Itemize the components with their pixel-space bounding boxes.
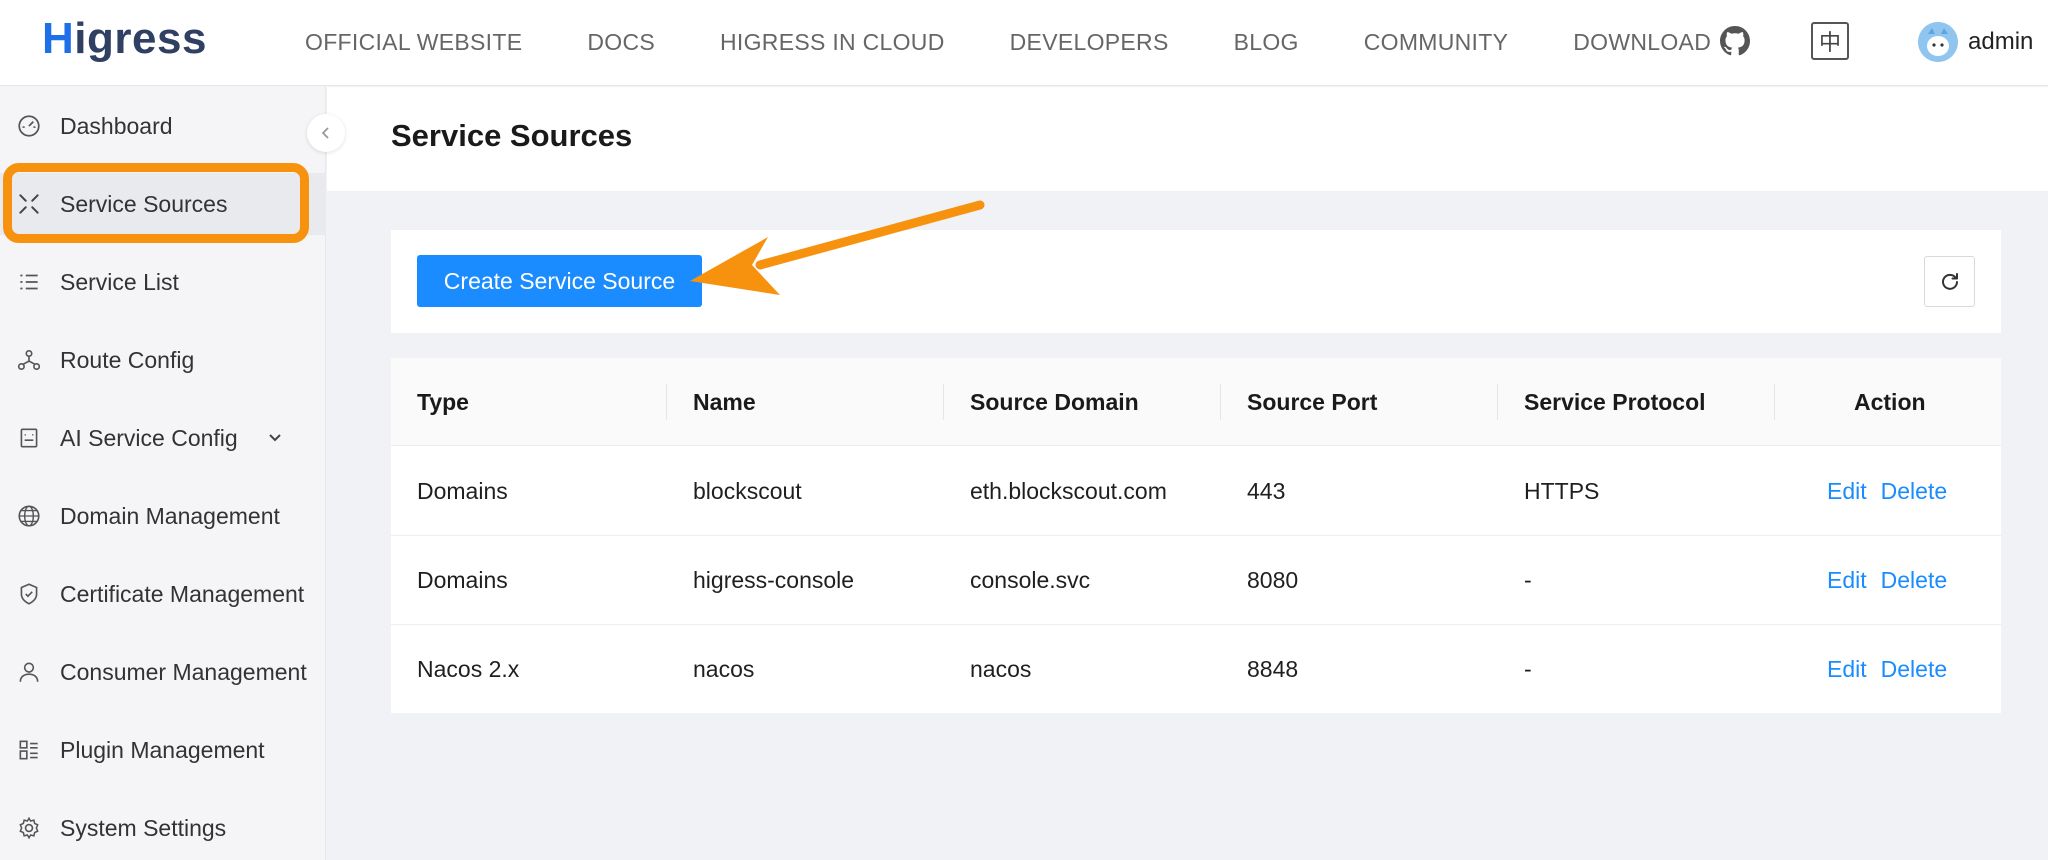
sidebar-collapse-button[interactable] [307, 114, 345, 152]
col-type: Type [417, 388, 469, 415]
column-divider [943, 384, 944, 420]
cell-type: Domains [417, 566, 508, 593]
github-icon[interactable] [1720, 26, 1750, 56]
nav-download[interactable]: DOWNLOAD [1573, 29, 1711, 56]
table-row: Domains blockscout eth.blockscout.com 44… [391, 447, 2001, 536]
refresh-icon [1941, 272, 1958, 290]
cell-type: Nacos 2.x [417, 655, 520, 682]
cell-actions: Edit Delete [1827, 536, 1961, 624]
col-service-protocol: Service Protocol [1524, 388, 1706, 415]
sidebar-item-dashboard[interactable]: Dashboard [0, 95, 326, 157]
delete-link[interactable]: Delete [1881, 567, 1947, 594]
create-service-source-button[interactable]: Create Service Source [417, 255, 702, 307]
refresh-button[interactable] [1924, 256, 1975, 307]
cell-name: blockscout [693, 477, 802, 504]
col-action: Action [1854, 388, 1926, 415]
nav-developers[interactable]: DEVELOPERS [1010, 29, 1169, 56]
column-divider [1220, 384, 1221, 420]
nav-higress-in-cloud[interactable]: HIGRESS IN CLOUD [720, 29, 945, 56]
cell-protocol: - [1524, 655, 1532, 682]
cell-port: 8848 [1247, 655, 1299, 682]
logo-letter: H [42, 14, 75, 63]
avatar-icon [1918, 22, 1958, 62]
cell-domain: nacos [970, 655, 1032, 682]
nav-blog[interactable]: BLOG [1234, 29, 1299, 56]
top-nav: OFFICIAL WEBSITE DOCS HIGRESS IN CLOUD D… [305, 22, 1776, 62]
toolbar: Create Service Source [391, 230, 2001, 333]
delete-link[interactable]: Delete [1881, 656, 1947, 683]
cell-port: 443 [1247, 477, 1286, 504]
cell-port: 8080 [1247, 566, 1299, 593]
logo-text: igress [74, 14, 207, 63]
column-divider [666, 384, 667, 420]
page-header: Service Sources [327, 87, 2048, 191]
edit-link[interactable]: Edit [1827, 478, 1867, 505]
shield-icon [20, 583, 38, 605]
sidebar-item-label: AI Service Config [60, 424, 238, 451]
table-row: Nacos 2.x nacos nacos 8848 - Edit Delete [391, 625, 2001, 714]
page-title: Service Sources [391, 118, 633, 153]
dashboard-icon [18, 115, 40, 137]
cell-protocol: - [1524, 566, 1532, 593]
col-source-domain: Source Domain [970, 388, 1139, 415]
sidebar-item-route-config[interactable]: Route Config [0, 329, 326, 391]
user-name[interactable]: admin [1968, 28, 2033, 56]
nav-official-website[interactable]: OFFICIAL WEBSITE [305, 29, 522, 56]
top-header: Higress OFFICIAL WEBSITE DOCS HIGRESS IN… [0, 0, 2048, 86]
gear-icon [19, 816, 39, 840]
table-row: Domains higress-console console.svc 8080… [391, 536, 2001, 625]
globe-icon [18, 505, 40, 527]
cell-name: higress-console [693, 566, 855, 593]
sidebar-item-label: Consumer Management [60, 658, 307, 685]
nav-community[interactable]: COMMUNITY [1364, 29, 1509, 56]
delete-link[interactable]: Delete [1881, 478, 1947, 505]
cell-domain: console.svc [970, 566, 1091, 593]
language-toggle[interactable]: 中 [1811, 22, 1849, 60]
sidebar-item-plugin-management[interactable]: Plugin Management [0, 719, 326, 781]
col-name: Name [693, 388, 756, 415]
col-source-port: Source Port [1247, 388, 1378, 415]
sidebar-item-domain-management[interactable]: Domain Management [0, 485, 326, 547]
user-icon [19, 662, 39, 682]
service-sources-icon [19, 194, 39, 214]
sidebar-item-label: Service Sources [60, 190, 228, 217]
avatar[interactable] [1918, 22, 1958, 62]
sidebar-item-service-list[interactable]: Service List [0, 251, 326, 313]
service-sources-table: Type Name Source Domain Source Port Serv… [391, 358, 2001, 713]
column-divider [1774, 384, 1775, 420]
list-icon [20, 274, 38, 290]
chevron-down-icon[interactable] [265, 428, 285, 448]
sidebar-item-label: Certificate Management [60, 580, 305, 607]
cell-type: Domains [417, 477, 508, 504]
cell-domain: eth.blockscout.com [970, 477, 1167, 504]
cell-actions: Edit Delete [1827, 447, 1961, 535]
sidebar-item-ai-service-config[interactable]: AI Service Config [0, 407, 326, 469]
sidebar-item-label: Plugin Management [60, 736, 265, 763]
plugin-icon [19, 740, 38, 760]
sidebar: Dashboard Service Sources Service List R… [0, 87, 326, 860]
edit-link[interactable]: Edit [1827, 567, 1867, 594]
ai-icon [20, 428, 38, 448]
sidebar-item-label: Service List [60, 268, 179, 295]
higress-logo[interactable]: Higress [42, 14, 207, 64]
table-header: Type Name Source Domain Source Port Serv… [391, 358, 2001, 446]
edit-link[interactable]: Edit [1827, 656, 1867, 683]
sidebar-item-label: Domain Management [60, 502, 280, 529]
sidebar-item-label: Dashboard [60, 112, 173, 139]
cell-protocol: HTTPS [1524, 477, 1600, 504]
sidebar-item-certificate-management[interactable]: Certificate Management [0, 563, 326, 625]
sidebar-item-system-settings[interactable]: System Settings [0, 797, 326, 859]
column-divider [1497, 384, 1498, 420]
route-icon [17, 349, 41, 371]
chevron-left-icon [321, 127, 329, 139]
cell-name: nacos [693, 655, 755, 682]
cell-actions: Edit Delete [1827, 625, 1961, 713]
sidebar-item-label: Route Config [60, 346, 195, 373]
sidebar-item-consumer-management[interactable]: Consumer Management [0, 641, 326, 703]
sidebar-item-service-sources[interactable]: Service Sources [0, 173, 326, 235]
sidebar-item-label: System Settings [60, 814, 227, 841]
nav-docs[interactable]: DOCS [587, 29, 655, 56]
